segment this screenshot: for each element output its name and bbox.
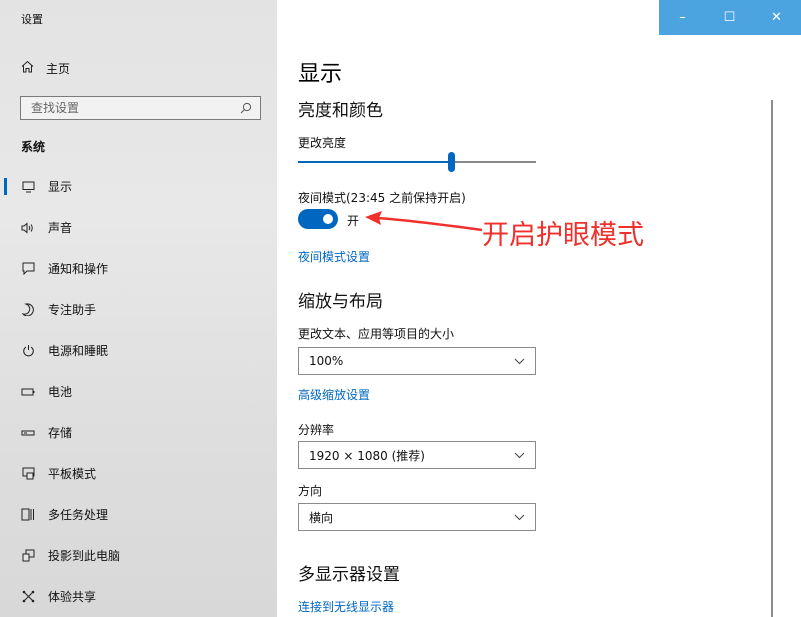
section-title: 系统 [21, 140, 46, 154]
night-light-label: 夜间模式(23:45 之前保持开启) [298, 191, 466, 205]
search-input[interactable] [29, 100, 240, 116]
sidebar-item-label: 通知和操作 [48, 262, 109, 276]
main-content: 显示 亮度和颜色 更改亮度 夜间模式(23:45 之前保持开启) 开 开启护眼模… [277, 0, 801, 617]
search-icon[interactable] [240, 99, 252, 118]
multitask-icon [21, 508, 35, 521]
brightness-color-heading: 亮度和颜色 [298, 101, 383, 121]
sidebar-item-label: 显示 [48, 180, 73, 194]
brightness-label: 更改亮度 [298, 136, 347, 150]
slider-thumb[interactable] [448, 152, 455, 172]
scrollbar[interactable] [771, 100, 773, 617]
minimize-button[interactable]: – [659, 0, 706, 35]
window-titlebar: 设置 [0, 0, 277, 40]
sidebar-item-tablet-mode[interactable]: 平板模式 [0, 453, 277, 494]
sidebar-item-label: 体验共享 [48, 590, 97, 604]
sidebar-item-label: 专注助手 [48, 303, 97, 317]
window-controls: – ☐ ✕ [659, 0, 801, 35]
battery-icon [21, 388, 35, 396]
brightness-slider[interactable] [298, 151, 536, 173]
toggle-knob [323, 214, 333, 224]
sidebar-item-sound[interactable]: 声音 [0, 207, 277, 248]
app-title: 设置 [21, 13, 43, 26]
power-icon [21, 344, 35, 357]
chevron-down-icon [514, 511, 525, 524]
share-icon [21, 590, 35, 603]
sidebar-item-display[interactable]: 显示 [0, 166, 277, 207]
advanced-scaling-link[interactable]: 高级缩放设置 [298, 386, 370, 403]
night-light-toggle[interactable] [298, 209, 338, 229]
multi-display-heading: 多显示器设置 [298, 565, 400, 585]
sidebar-item-label: 存储 [48, 426, 73, 440]
orientation-label: 方向 [298, 484, 323, 498]
sidebar-item-shared-experiences[interactable]: 体验共享 [0, 576, 277, 617]
orientation-value: 横向 [309, 510, 334, 525]
storage-icon [21, 429, 35, 437]
maximize-button[interactable]: ☐ [706, 0, 753, 35]
chevron-down-icon [514, 355, 525, 368]
sidebar-item-battery[interactable]: 电池 [0, 371, 277, 412]
scale-layout-heading: 缩放与布局 [298, 292, 383, 312]
home-icon [21, 60, 34, 76]
close-icon: ✕ [771, 10, 782, 25]
moon-icon [21, 303, 35, 316]
tablet-icon [21, 467, 35, 480]
wireless-display-link[interactable]: 连接到无线显示器 [298, 598, 394, 615]
orientation-dropdown[interactable]: 横向 [298, 503, 536, 531]
monitor-icon [21, 181, 35, 193]
sidebar-item-label: 声音 [48, 221, 73, 235]
notification-icon [21, 262, 35, 275]
sidebar: 设置 主页 系统 显示 声音 通知和操作 [0, 0, 277, 617]
annotation-arrow-icon [365, 211, 483, 232]
sidebar-item-label: 平板模式 [48, 467, 97, 481]
home-link[interactable]: 主页 [21, 58, 70, 78]
sidebar-item-storage[interactable]: 存储 [0, 412, 277, 453]
project-icon [21, 549, 35, 562]
home-label: 主页 [46, 61, 71, 76]
resolution-value: 1920 × 1080 (推荐) [309, 448, 425, 463]
minimize-icon: – [679, 10, 686, 25]
night-light-settings-link[interactable]: 夜间模式设置 [298, 248, 370, 265]
chevron-down-icon [514, 449, 525, 462]
sidebar-item-focus-assist[interactable]: 专注助手 [0, 289, 277, 330]
slider-track-rest [455, 161, 536, 163]
resolution-label: 分辨率 [298, 423, 335, 437]
slider-track-filled [298, 161, 448, 163]
sidebar-item-multitasking[interactable]: 多任务处理 [0, 494, 277, 535]
close-button[interactable]: ✕ [753, 0, 800, 35]
page-title: 显示 [298, 62, 343, 87]
maximize-icon: ☐ [723, 10, 736, 25]
scale-label: 更改文本、应用等项目的大小 [298, 327, 455, 341]
sidebar-item-notifications[interactable]: 通知和操作 [0, 248, 277, 289]
scale-dropdown[interactable]: 100% [298, 347, 536, 375]
resolution-dropdown[interactable]: 1920 × 1080 (推荐) [298, 441, 536, 469]
sidebar-item-project-to-pc[interactable]: 投影到此电脑 [0, 535, 277, 576]
nav-list: 显示 声音 通知和操作 专注助手 电源和睡眠 电池 存储 平板模式 多任务处理 … [0, 166, 277, 617]
sidebar-item-label: 多任务处理 [48, 508, 109, 522]
sidebar-item-label: 电源和睡眠 [48, 344, 109, 358]
search-box[interactable] [20, 96, 261, 120]
speaker-icon [21, 221, 35, 234]
night-light-state: 开 [347, 214, 360, 228]
annotation-text: 开启护眼模式 [482, 220, 644, 251]
sidebar-item-power-sleep[interactable]: 电源和睡眠 [0, 330, 277, 371]
sidebar-item-label: 电池 [48, 385, 73, 399]
scale-value: 100% [309, 354, 344, 368]
sidebar-item-label: 投影到此电脑 [48, 549, 121, 563]
